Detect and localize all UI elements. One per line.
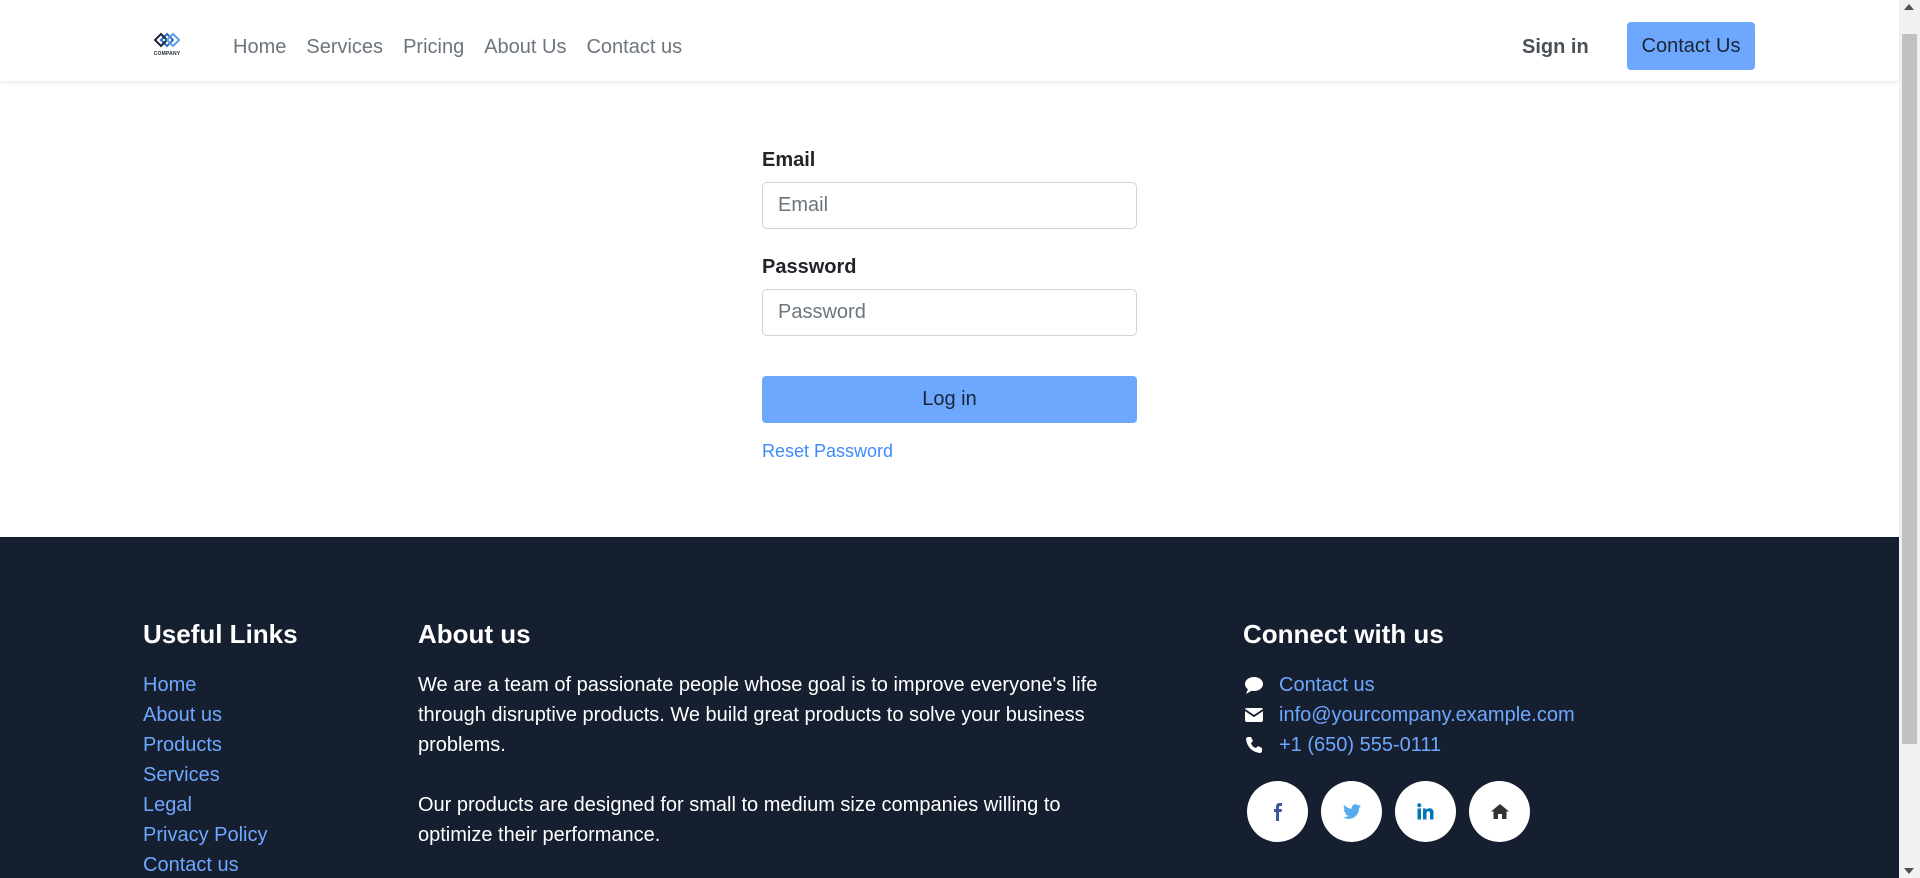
facebook-icon [1273,802,1282,821]
comment-icon [1243,676,1265,694]
about-paragraph-1: We are a team of passionate people whose… [418,674,1098,756]
footer-link-products[interactable]: Products [143,730,267,760]
footer-link-services[interactable]: Services [143,760,267,790]
about-heading: About us [418,619,531,649]
about-text: We are a team of passionate people whose… [418,670,1098,850]
nav-pricing[interactable]: Pricing [403,34,464,60]
footer-link-home[interactable]: Home [143,670,267,700]
nav-services[interactable]: Services [306,34,383,60]
facebook-button[interactable] [1247,781,1308,842]
sign-in-link[interactable]: Sign in [1522,34,1589,60]
useful-links-heading: Useful Links [143,619,298,649]
phone-icon [1243,736,1265,754]
scroll-up-arrow-icon[interactable] [1904,4,1914,10]
contact-list: Contact us info@yourcompany.example.com … [1243,670,1575,760]
footer-link-legal[interactable]: Legal [143,790,267,820]
contact-item-email[interactable]: info@yourcompany.example.com [1243,700,1575,730]
vertical-scrollbar[interactable] [1899,0,1920,878]
logo-icon [153,32,181,48]
contact-item-message[interactable]: Contact us [1243,670,1575,700]
email-input[interactable] [762,182,1137,229]
site-footer: Useful Links Home About us Products Serv… [0,537,1899,878]
social-links [1247,781,1530,842]
password-label: Password [762,256,857,278]
about-paragraph-2: Our products are designed for small to m… [418,794,1061,846]
nav-about-us[interactable]: About Us [484,34,566,60]
twitter-button[interactable] [1321,781,1382,842]
reset-password-link[interactable]: Reset Password [762,441,1137,462]
footer-link-about-us[interactable]: About us [143,700,267,730]
main-nav: Home Services Pricing About Us Contact u… [233,34,702,60]
company-logo[interactable]: COMPANY [152,32,182,60]
envelope-icon [1243,707,1265,723]
home-icon [1490,804,1509,819]
twitter-icon [1342,804,1361,819]
password-input[interactable] [762,289,1137,336]
contact-item-label: info@yourcompany.example.com [1279,704,1575,726]
linkedin-button[interactable] [1395,781,1456,842]
logo-text: COMPANY [153,51,181,57]
login-button[interactable]: Log in [762,376,1137,423]
linkedin-icon [1417,803,1434,820]
connect-heading: Connect with us [1243,619,1444,649]
home-button[interactable] [1469,781,1530,842]
footer-link-privacy-policy[interactable]: Privacy Policy [143,820,267,850]
contact-item-label: Contact us [1279,674,1375,696]
nav-contact-us[interactable]: Contact us [586,34,682,60]
nav-home[interactable]: Home [233,34,286,60]
email-label: Email [762,149,816,171]
scrollbar-thumb[interactable] [1902,34,1917,744]
site-header: COMPANY Home Services Pricing About Us C… [0,0,1899,81]
scroll-down-arrow-icon[interactable] [1904,868,1914,874]
login-form: Email Password Log in Reset Password [762,148,1137,462]
contact-us-button[interactable]: Contact Us [1627,22,1755,70]
contact-item-phone[interactable]: +1 (650) 555-0111 [1243,730,1575,760]
footer-link-contact-us[interactable]: Contact us [143,850,267,878]
contact-item-label: +1 (650) 555-0111 [1279,734,1442,756]
useful-links-list: Home About us Products Services Legal Pr… [143,670,267,878]
